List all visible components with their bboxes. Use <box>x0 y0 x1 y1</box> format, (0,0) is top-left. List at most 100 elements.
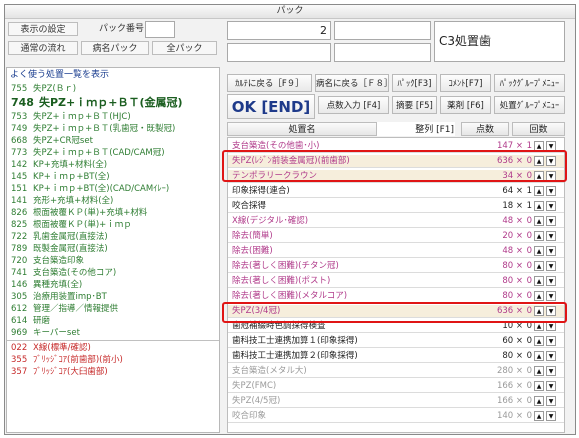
decrement-arrow-icon[interactable]: ▼ <box>546 201 556 211</box>
favorite-item[interactable]: 755 失PZ(Ｂｒ) <box>7 83 219 95</box>
favorite-item[interactable]: 146 異種充填(全) <box>7 279 219 291</box>
disease-pack-button[interactable]: 病名パック <box>81 41 149 55</box>
decrement-arrow-icon[interactable]: ▼ <box>546 276 556 286</box>
favorite-code: 357 <box>11 367 28 377</box>
table-row[interactable]: 除去(著しく困難)(ポスト) 80 × 0 ▲ ▼ <box>228 275 564 288</box>
decrement-arrow-icon[interactable]: ▼ <box>546 351 556 361</box>
ok-end-button[interactable]: OK [END] <box>227 94 315 119</box>
favorite-label: KP+ｉｍｐ+BT(全)(CAD/CAMｲﾚｰ) <box>33 184 170 194</box>
count-value[interactable]: 0 <box>524 276 532 286</box>
show-settings-button[interactable]: 表示の設定 <box>8 22 78 36</box>
favorite-code: 969 <box>11 328 28 338</box>
favorite-item[interactable]: 357 ﾌﾞﾘｯｼﾞｺｱ(大臼歯部) <box>7 366 219 378</box>
increment-arrow-icon[interactable]: ▲ <box>534 336 544 346</box>
increment-arrow-icon[interactable]: ▲ <box>534 366 544 376</box>
favorite-item[interactable]: 825 根面被覆ＫＰ(単)+ｉｍｐ <box>7 219 219 231</box>
increment-arrow-icon[interactable]: ▲ <box>534 186 544 196</box>
favorite-item[interactable]: 145 KP+ｉｍｐ+BT(全) <box>7 171 219 183</box>
normal-flow-button[interactable]: 通常の流れ <box>8 41 78 55</box>
increment-arrow-icon[interactable]: ▲ <box>534 381 544 391</box>
count-value[interactable]: 0 <box>524 246 532 256</box>
points-input-button[interactable]: 点数入力 [F4] <box>318 96 389 114</box>
count-value[interactable]: 0 <box>524 411 532 421</box>
increment-arrow-icon[interactable]: ▲ <box>534 276 544 286</box>
favorite-item[interactable]: 753 失PZ+ｉｍｐ+ＢＴ(HJC) <box>7 111 219 123</box>
favorite-item[interactable]: 773 失PZ+ｉｍｐ+ＢＴ(CAD/CAM冠) <box>7 147 219 159</box>
decrement-arrow-icon[interactable]: ▼ <box>546 336 556 346</box>
count-value[interactable]: 0 <box>524 291 532 301</box>
all-pack-button[interactable]: 全パック <box>152 41 217 55</box>
back-to-chart-button[interactable]: ｶﾙﾃに戻る［F９］ <box>227 74 312 92</box>
count-value[interactable]: 0 <box>524 366 532 376</box>
increment-arrow-icon[interactable]: ▲ <box>534 246 544 256</box>
count-value[interactable]: 0 <box>524 261 532 271</box>
favorite-item[interactable]: 614 研磨 <box>7 315 219 327</box>
decrement-arrow-icon[interactable]: ▼ <box>546 231 556 241</box>
favorites-header[interactable]: よく使う処置一覧を表示 <box>7 68 219 82</box>
favorite-item[interactable]: 741 支台築造(その他コア) <box>7 267 219 279</box>
medicine-button[interactable]: 薬剤 [F6] <box>440 96 491 114</box>
pack-number-input[interactable] <box>145 21 175 38</box>
points-cell: 166 × <box>463 380 523 392</box>
favorite-item[interactable]: 969 キーパーset <box>7 327 219 339</box>
increment-arrow-icon[interactable]: ▲ <box>534 201 544 211</box>
favorite-item[interactable]: 749 失PZ+ｉｍｐ+ＢＴ(乳歯冠・既製冠) <box>7 123 219 135</box>
table-row[interactable]: 歯科技工士連携加算１(印象採得) 60 × 0 ▲ ▼ <box>228 335 564 348</box>
favorite-item[interactable]: 722 乳歯金属冠(直接法) <box>7 231 219 243</box>
table-row[interactable]: 除去(困難) 48 × 0 ▲ ▼ <box>228 245 564 258</box>
table-row[interactable]: 支台築造(メタル大) 280 × 0 ▲ ▼ <box>228 365 564 378</box>
favorite-item[interactable]: 720 支台築造印象 <box>7 255 219 267</box>
decrement-arrow-icon[interactable]: ▼ <box>546 291 556 301</box>
decrement-arrow-icon[interactable]: ▼ <box>546 246 556 256</box>
favorite-item[interactable]: 355 ﾌﾞﾘｯｼﾞｺｱ(前歯部)(前小) <box>7 354 219 366</box>
table-row[interactable]: 咬合印象 140 × 0 ▲ ▼ <box>228 410 564 423</box>
pack-group-menu-button[interactable]: ﾊﾟｯｸｸﾞﾙｰﾌﾟﾒﾆｭｰ <box>494 74 565 92</box>
increment-arrow-icon[interactable]: ▲ <box>534 291 544 301</box>
table-row[interactable]: 失PZ(4/5冠) 166 × 0 ▲ ▼ <box>228 395 564 408</box>
increment-arrow-icon[interactable]: ▲ <box>534 216 544 226</box>
table-row[interactable]: 印象採得(連合) 64 × 1 ▲ ▼ <box>228 185 564 198</box>
decrement-arrow-icon[interactable]: ▼ <box>546 186 556 196</box>
count-value[interactable]: 0 <box>524 231 532 241</box>
increment-arrow-icon[interactable]: ▲ <box>534 411 544 421</box>
sort-button[interactable]: 整列 [F1] <box>377 122 455 136</box>
favorite-item[interactable]: 826 根面被覆ＫＰ(単)+充填+材料 <box>7 207 219 219</box>
count-value[interactable]: 0 <box>524 216 532 226</box>
count-value[interactable]: 1 <box>524 201 532 211</box>
table-row[interactable]: 歯科技工士連携加算２(印象採得) 80 × 0 ▲ ▼ <box>228 350 564 363</box>
favorite-item[interactable]: 141 充形+充填+材料(全) <box>7 195 219 207</box>
favorite-item[interactable]: 668 失PZ+CR冠set <box>7 135 219 147</box>
increment-arrow-icon[interactable]: ▲ <box>534 351 544 361</box>
favorite-item[interactable]: 022 X線(標準/確認) <box>7 342 219 354</box>
table-row[interactable]: 除去(簡単) 20 × 0 ▲ ▼ <box>228 230 564 243</box>
favorite-item[interactable]: 151 KP+ｉｍｐ+BT(全)(CAD/CAMｲﾚｰ) <box>7 183 219 195</box>
table-row[interactable]: X線(デジタル･確認) 48 × 0 ▲ ▼ <box>228 215 564 228</box>
decrement-arrow-icon[interactable]: ▼ <box>546 261 556 271</box>
table-row[interactable]: 咬合採得 18 × 1 ▲ ▼ <box>228 200 564 213</box>
count-value[interactable]: 0 <box>524 336 532 346</box>
decrement-arrow-icon[interactable]: ▼ <box>546 366 556 376</box>
count-value[interactable]: 1 <box>524 186 532 196</box>
table-row[interactable]: 除去(著しく困難)(チタン冠) 80 × 0 ▲ ▼ <box>228 260 564 273</box>
increment-arrow-icon[interactable]: ▲ <box>534 231 544 241</box>
table-row[interactable]: 失PZ(FMC) 166 × 0 ▲ ▼ <box>228 380 564 393</box>
comment-button[interactable]: ｺﾒﾝﾄ[F7] <box>440 74 491 92</box>
treatment-group-menu-button[interactable]: 処置ｸﾞﾙｰﾌﾟﾒﾆｭｰ <box>494 96 565 114</box>
decrement-arrow-icon[interactable]: ▼ <box>546 411 556 421</box>
decrement-arrow-icon[interactable]: ▼ <box>546 381 556 391</box>
count-value[interactable]: 0 <box>524 381 532 391</box>
count-value[interactable]: 0 <box>524 396 532 406</box>
increment-arrow-icon[interactable]: ▲ <box>534 261 544 271</box>
decrement-arrow-icon[interactable]: ▼ <box>546 396 556 406</box>
count-value[interactable]: 0 <box>524 351 532 361</box>
pack-button[interactable]: ﾊﾟｯｸ[F3] <box>392 74 437 92</box>
favorite-item[interactable]: 305 治療用装置imp･BT <box>7 291 219 303</box>
favorite-item[interactable]: 789 既製金属冠(直接法) <box>7 243 219 255</box>
back-to-disease-button[interactable]: 病名に戻る［Ｆ８］ <box>315 74 389 92</box>
favorite-item[interactable]: 142 KP+充填+材料(全) <box>7 159 219 171</box>
increment-arrow-icon[interactable]: ▲ <box>534 396 544 406</box>
decrement-arrow-icon[interactable]: ▼ <box>546 216 556 226</box>
summary-button[interactable]: 摘要 [F5] <box>392 96 437 114</box>
favorite-item[interactable]: 748 失PZ+ｉｍｐ+ＢＴ(金属冠) <box>7 95 219 111</box>
favorite-item[interactable]: 612 管理／指導／情報提供 <box>7 303 219 315</box>
